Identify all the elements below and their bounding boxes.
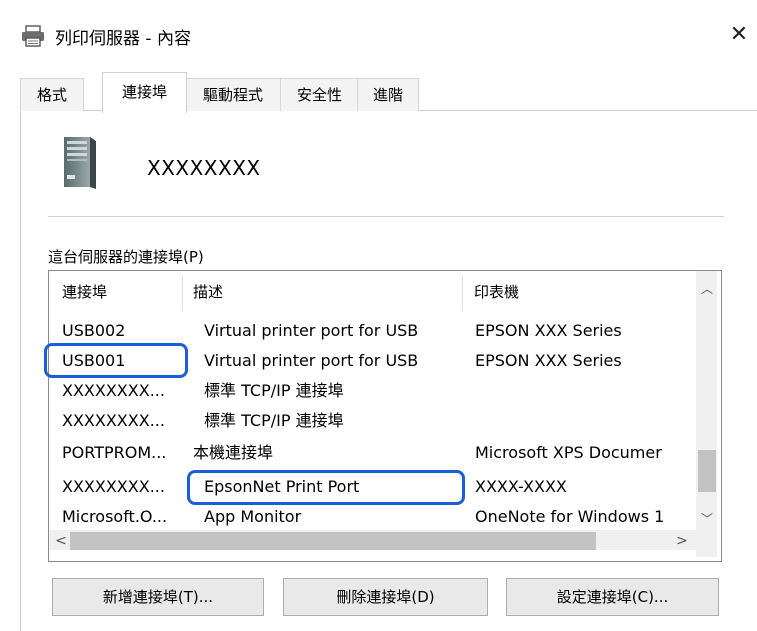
ports-listview[interactable]: 連接埠 描述 印表機 USB002 Virtual printer port f… xyxy=(48,270,722,562)
delete-port-button[interactable]: 刪除連接埠(D) xyxy=(283,578,488,616)
configure-port-button[interactable]: 設定連接埠(C)... xyxy=(506,578,719,616)
tab-drivers[interactable]: 驅動程式 xyxy=(184,78,282,111)
add-port-button[interactable]: 新增連接埠(T)... xyxy=(52,578,264,616)
scroll-down-icon[interactable]: ﹀ xyxy=(697,510,717,527)
description-cell: App Monitor xyxy=(204,507,302,526)
printer-icon xyxy=(21,25,45,47)
window-title: 列印伺服器 - 內容 xyxy=(55,29,191,49)
port-cell: XXXXXXXX... xyxy=(62,477,165,496)
server-name: XXXXXXXX xyxy=(147,156,261,180)
scroll-left-icon[interactable]: < xyxy=(51,533,71,549)
list-row[interactable]: PORTPROM... 本機連接埠 Microsoft XPS Documer xyxy=(49,440,699,466)
port-cell: XXXXXXXX... xyxy=(62,381,165,400)
scroll-right-icon[interactable]: > xyxy=(672,533,692,549)
ports-list-label: 這台伺服器的連接埠(P) xyxy=(48,248,204,266)
port-cell: XXXXXXXX... xyxy=(62,411,165,430)
description-cell: Virtual printer port for USB xyxy=(204,321,419,340)
port-cell: USB002 xyxy=(62,321,126,340)
highlight-usb001 xyxy=(44,343,188,378)
column-header-printer[interactable]: 印表機 xyxy=(474,281,519,302)
vertical-scroll-thumb[interactable] xyxy=(698,450,716,492)
column-header-port[interactable]: 連接埠 xyxy=(62,281,107,302)
column-header-description[interactable]: 描述 xyxy=(193,281,223,302)
printer-cell: XXXX-XXXX xyxy=(475,477,567,496)
list-row[interactable]: XXXXXXXX... 標準 TCP/IP 連接埠 xyxy=(49,408,699,434)
close-button[interactable]: ✕ xyxy=(722,18,756,52)
list-row[interactable]: USB002 Virtual printer port for USB EPSO… xyxy=(49,318,699,344)
column-separator[interactable] xyxy=(462,275,463,311)
highlight-epsonnet-port xyxy=(187,470,465,505)
port-cell: PORTPROM... xyxy=(62,443,167,462)
scroll-up-icon[interactable]: ︿ xyxy=(697,280,717,297)
list-row[interactable]: Microsoft.O... App Monitor OneNote for W… xyxy=(49,504,699,530)
printer-cell: EPSON XXX Series xyxy=(475,321,622,340)
printer-cell: EPSON XXX Series xyxy=(475,351,622,370)
description-cell: 標準 TCP/IP 連接埠 xyxy=(204,381,344,400)
tab-format[interactable]: 格式 xyxy=(20,78,84,111)
description-cell: 標準 TCP/IP 連接埠 xyxy=(204,411,344,430)
tab-strip: 格式 連接埠 驅動程式 安全性 進階 xyxy=(20,72,757,113)
printer-cell: OneNote for Windows 1 xyxy=(475,507,665,526)
server-icon xyxy=(62,135,98,191)
tab-advanced[interactable]: 進階 xyxy=(357,78,419,111)
port-cell: Microsoft.O... xyxy=(62,507,168,526)
printer-cell: Microsoft XPS Documer xyxy=(475,443,662,462)
tab-ports[interactable]: 連接埠 xyxy=(102,72,187,113)
horizontal-scroll-thumb[interactable] xyxy=(70,532,596,550)
divider xyxy=(48,216,724,217)
column-separator[interactable] xyxy=(182,275,183,311)
description-cell: 本機連接埠 xyxy=(193,443,274,462)
tab-security[interactable]: 安全性 xyxy=(280,78,359,111)
description-cell: Virtual printer port for USB xyxy=(204,351,419,370)
list-row[interactable]: XXXXXXXX... 標準 TCP/IP 連接埠 xyxy=(49,378,699,404)
